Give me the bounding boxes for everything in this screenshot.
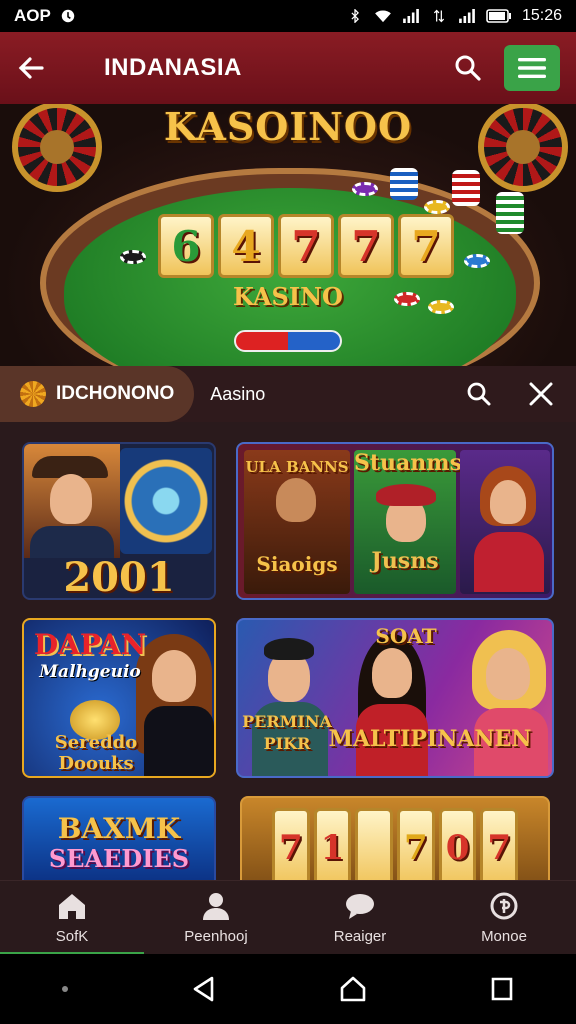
slot-reels: 6 4 7 7 7	[158, 214, 454, 278]
game-card[interactable]: BAXMK SEAEDIES	[22, 796, 216, 880]
character-face	[490, 480, 526, 524]
slot-reel: 7	[272, 808, 310, 880]
slot-reel: 7	[397, 808, 435, 880]
search-button[interactable]	[450, 50, 486, 86]
home-button-icon[interactable]	[339, 975, 367, 1003]
casino-chip	[120, 250, 146, 264]
battery-icon	[486, 9, 511, 23]
game-card[interactable]: 2001	[22, 442, 216, 600]
brand-label: IDCHONONO	[56, 383, 175, 404]
page-title: INDANASIA	[104, 54, 242, 81]
game-card[interactable]: DAPAN Malhgeuio Sereddo Doouks	[22, 618, 216, 778]
profile-icon	[203, 892, 229, 920]
data-icon	[433, 9, 445, 23]
notification-icon	[61, 9, 75, 23]
nav-item-home[interactable]: SofK	[0, 881, 144, 955]
chip-stack	[452, 170, 480, 206]
bluetooth-icon	[351, 9, 359, 23]
brand-chip[interactable]: IDCHONONO	[0, 366, 195, 422]
dot-icon	[61, 986, 68, 992]
wifi-icon	[375, 10, 391, 23]
character-face	[372, 648, 412, 698]
back-arrow-icon[interactable]	[16, 53, 46, 83]
signal-2-icon	[459, 9, 475, 23]
game-title: SOAT	[375, 624, 437, 648]
menu-button[interactable]	[504, 45, 560, 91]
wallet-icon	[490, 892, 518, 919]
decorative-pill	[234, 330, 342, 352]
nav-label: Monoe	[481, 927, 527, 945]
game-subtitle: Malhgeuio	[39, 662, 141, 682]
character-face	[50, 474, 92, 524]
game-card[interactable]: SOAT PERMINA PIKR MALTIPINANEN	[236, 618, 554, 778]
nav-label: SofK	[55, 927, 89, 945]
nav-item-chat[interactable]: Reaiger	[288, 881, 432, 955]
chip-stack	[496, 192, 524, 234]
game-subtitle: Jusns	[371, 548, 439, 574]
casino-chip	[424, 200, 450, 214]
game-title: Siaoigs	[256, 552, 338, 576]
close-icon[interactable]	[528, 381, 554, 407]
game-tag: ULA BANNS	[245, 458, 349, 476]
sun-logo-icon	[20, 381, 46, 407]
back-icon[interactable]	[190, 975, 218, 1003]
game-title: 2001	[63, 554, 175, 600]
character-face	[276, 478, 316, 522]
hero-banner[interactable]: KASOINOO 6 4 7 7 7 KASINO	[0, 104, 576, 366]
game-grid: 2001 ULA BANNS Siaoigs Stuanms Jusns DAP…	[0, 422, 576, 880]
slot-reel: 6	[158, 214, 214, 278]
slot-reel: 4	[218, 214, 274, 278]
game-title: BAXMK	[57, 812, 181, 845]
slot-reel: 0	[438, 808, 477, 880]
nav-item-profile[interactable]: Peenhooj	[144, 881, 288, 955]
slot-reel: 7	[398, 214, 454, 278]
slot-reel: 7	[278, 214, 334, 278]
search-icon[interactable]	[466, 381, 492, 407]
character-face	[152, 650, 196, 702]
recents-icon[interactable]	[488, 975, 516, 1003]
home-icon	[59, 893, 85, 919]
slot-reel: 7	[480, 808, 519, 880]
nav-label: Peenhooj	[184, 927, 248, 945]
nav-item-wallet[interactable]: Monoe	[432, 881, 576, 955]
game-top-title: Stuanms	[354, 450, 462, 476]
bottom-nav: SofK Peenhooj Reaiger Monoe	[0, 880, 576, 955]
hamburger-icon	[518, 58, 546, 78]
hero-title: KASOINOO	[163, 104, 413, 149]
game-caption: Sereddo Doouks	[54, 732, 138, 774]
category-label[interactable]: Aasino	[210, 384, 265, 405]
character-face	[486, 648, 530, 700]
slot-reels: 7 1 7 0 7	[272, 808, 519, 880]
slot-reel: 7	[338, 214, 394, 278]
chip-stack	[390, 168, 418, 200]
system-nav-bar	[0, 954, 576, 1024]
game-caption: MALTIPINANEN	[328, 726, 532, 752]
slot-reel	[355, 808, 394, 880]
game-title: DAPAN	[33, 628, 147, 661]
status-bar: AOP 15:26	[0, 0, 576, 32]
hero-subtitle: KASINO	[233, 282, 343, 311]
casino-chip	[352, 182, 378, 196]
chat-icon	[346, 893, 374, 919]
status-time: 15:26	[521, 7, 562, 24]
status-left-text: AOP	[14, 6, 51, 25]
filter-bar: IDCHONONO Aasino	[0, 366, 576, 422]
search-icon	[455, 55, 481, 81]
game-card[interactable]: 7 1 7 0 7	[240, 796, 550, 880]
slot-reel: 1	[313, 808, 352, 880]
game-caption: SEAEDIES	[48, 844, 190, 873]
signal-icon	[403, 9, 419, 23]
app-bar: INDANASIA	[0, 32, 576, 104]
nav-label: Reaiger	[333, 927, 387, 945]
casino-chip	[464, 254, 490, 268]
game-card[interactable]: ULA BANNS Siaoigs Stuanms Jusns	[236, 442, 554, 600]
